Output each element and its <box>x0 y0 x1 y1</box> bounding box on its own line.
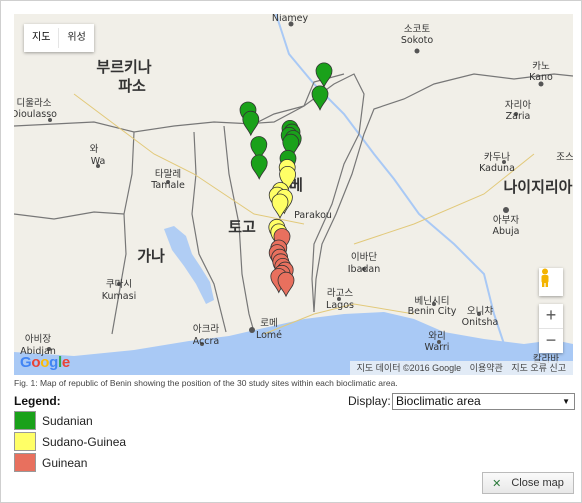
country-label: 파소 <box>118 77 146 95</box>
city-label: Wa <box>91 156 106 167</box>
legend-label: Guinean <box>42 455 88 470</box>
city-label: 소코토 <box>404 24 430 35</box>
city-label: 카노 <box>532 61 550 72</box>
close-icon: ✕ <box>492 477 502 490</box>
city-label: Ibadan <box>348 264 381 275</box>
city-label: 자리아 <box>505 100 531 111</box>
legend-list: Sudanian Sudano-Guinea Guinean <box>14 410 126 473</box>
city-label: 아크라 <box>193 324 219 335</box>
map-attribution: 지도 데이터 ©2016 Google 이용약관 지도 오류 신고 <box>349 361 573 375</box>
google-logo: Google <box>20 354 70 371</box>
city-label: Niamey <box>272 14 309 24</box>
site-marker-sudanian[interactable] <box>250 154 268 180</box>
city-label: 쿠마시 <box>106 279 132 290</box>
city-label: Dioulasso <box>14 109 57 120</box>
city-label: Tamale <box>150 180 185 191</box>
zoom-control[interactable]: + − <box>539 304 563 353</box>
city-label: Accra <box>193 336 220 347</box>
legend-item-sudano-guinea: Sudano-Guinea <box>14 431 126 452</box>
city-label: 디울라소 <box>17 98 52 109</box>
legend-item-guinean: Guinean <box>14 452 126 473</box>
city-label: 오니챠 <box>467 305 493 317</box>
city-label: 라고스 <box>327 288 353 299</box>
city-label: 타말레 <box>155 168 181 180</box>
city-label: Benin City <box>408 306 457 317</box>
site-markers[interactable] <box>239 62 333 298</box>
city-label: Kano <box>529 72 553 83</box>
dropdown-arrow-icon: ▼ <box>562 397 570 406</box>
display-select[interactable]: Bioclimatic area ▼ <box>392 393 575 410</box>
city-label: Kaduna <box>479 163 515 174</box>
city-label: 아비장 <box>25 334 51 345</box>
map-type-toggle[interactable]: 지도 위성 <box>24 24 94 52</box>
report-error-link[interactable]: 지도 오류 신고 <box>508 363 569 373</box>
close-map-button[interactable]: ✕ Close map <box>482 472 574 494</box>
site-marker-guinean[interactable] <box>277 271 295 298</box>
city-label: Abuja <box>492 226 519 237</box>
map-canvas[interactable]: 부르키나 파소 가나 토고 베 나이지리아 Niamey 소코토 Sokoto 카노 Kano 디울라… <box>14 14 573 375</box>
legend-swatch <box>14 432 36 451</box>
site-marker-sudanian[interactable] <box>311 85 329 111</box>
google-logo-letter: o <box>31 354 41 371</box>
google-logo-letter: G <box>20 354 32 371</box>
country-label: 나이지리아 <box>503 178 572 196</box>
legend-label: Sudano-Guinea <box>42 434 127 449</box>
city-label: 아부자 <box>493 215 519 226</box>
site-marker-sudano-guinea[interactable] <box>271 193 289 220</box>
country-label: 토고 <box>228 218 256 236</box>
zoom-out-button[interactable]: − <box>539 329 563 353</box>
lake-volta <box>164 226 214 304</box>
legend-title: Legend: <box>14 394 61 408</box>
city-label: Kumasi <box>102 291 136 302</box>
city-label: 이바단 <box>351 252 377 263</box>
tab-map[interactable]: 지도 <box>24 24 58 52</box>
map-dialog: 부르키나 파소 가나 토고 베 나이지리아 Niamey 소코토 Sokoto 카노 Kano 디울라… <box>0 0 582 503</box>
city-label: Warri <box>425 342 450 353</box>
google-logo-letter: e <box>61 354 70 371</box>
tab-satellite[interactable]: 위성 <box>59 24 93 52</box>
street-view-pegman-icon[interactable] <box>539 268 563 296</box>
site-marker-sudanian[interactable] <box>315 62 333 88</box>
legend-item-sudanian: Sudanian <box>14 410 126 431</box>
city-label: Lomé <box>256 330 282 341</box>
city-label: 와 <box>90 143 99 155</box>
city-label: Sokoto <box>401 35 434 46</box>
country-label: 부르키나 <box>96 58 151 76</box>
niger-river <box>275 14 505 345</box>
city-label: 와리 <box>428 330 445 342</box>
display-label: Display: <box>348 394 391 408</box>
country-label: 가나 <box>137 247 165 265</box>
site-marker-sudanian[interactable] <box>242 110 260 137</box>
legend-label: Sudanian <box>42 413 93 428</box>
legend-swatch <box>14 411 36 430</box>
terms-link[interactable]: 이용약관 <box>467 363 506 373</box>
map-svg[interactable]: 부르키나파소가나토고베 나이지리아Niamey소코토Sokoto카노Kano디울라… <box>14 14 573 375</box>
city-label: Onitsha <box>462 317 499 328</box>
city-label: 카두나 <box>484 152 510 163</box>
city-label: Zaria <box>506 111 531 122</box>
city-label: 조스 <box>556 152 573 163</box>
legend-swatch <box>14 453 36 472</box>
city-label: 로메 <box>260 318 277 329</box>
close-map-label: Close map <box>511 477 564 489</box>
city-label: Lagos <box>326 300 354 311</box>
map-data-credit: 지도 데이터 ©2016 Google <box>356 363 462 373</box>
figure-caption: Fig. 1: Map of republic of Benin showing… <box>14 378 398 388</box>
city-label: Parakou <box>294 210 332 221</box>
google-logo-letter: o <box>40 354 50 371</box>
google-logo-letter: g <box>49 354 58 371</box>
zoom-in-button[interactable]: + <box>539 304 563 328</box>
display-select-value: Bioclimatic area <box>396 394 481 408</box>
